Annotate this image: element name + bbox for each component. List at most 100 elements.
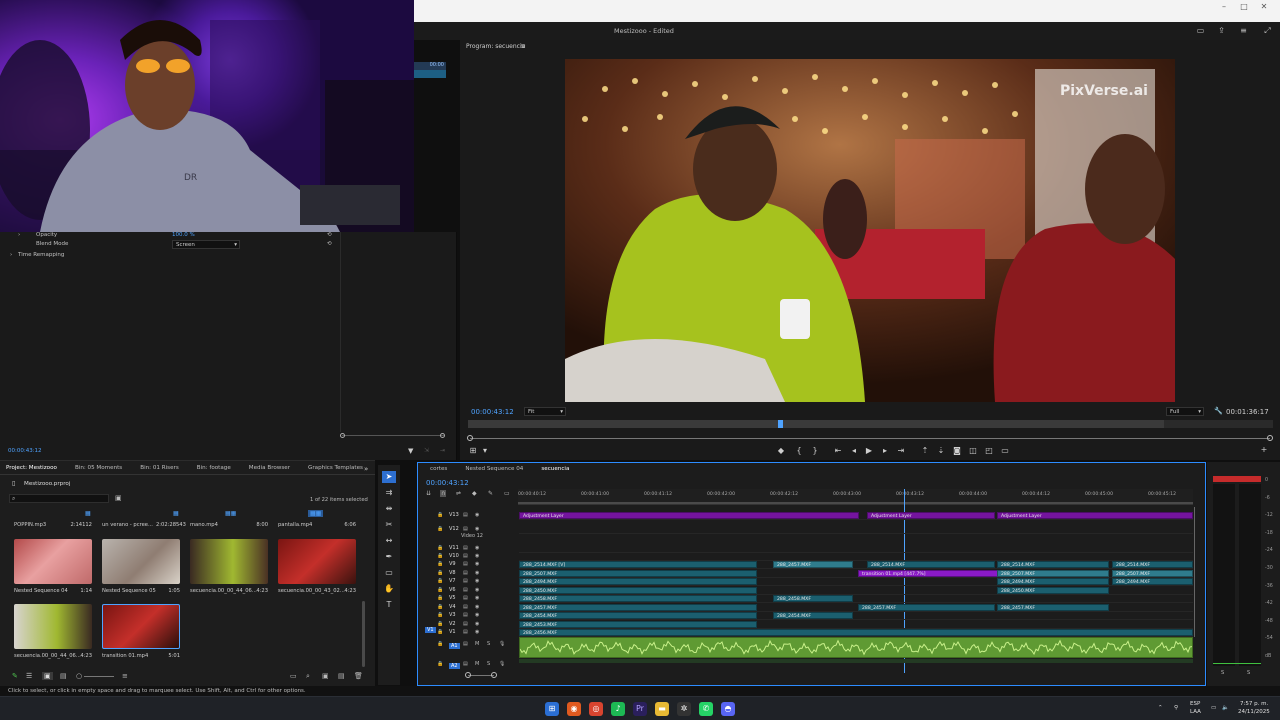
spotify-icon[interactable]: ♪: [611, 702, 625, 716]
close-icon[interactable]: ✕: [1254, 2, 1274, 14]
language[interactable]: ESP: [1190, 701, 1200, 707]
tab-nested-seq[interactable]: Nested Sequence 04: [456, 466, 532, 472]
lock-icon[interactable]: 🔒: [437, 641, 443, 647]
add-button-icon[interactable]: +: [1259, 445, 1269, 454]
ripple-edit-icon[interactable]: ⇹: [382, 503, 396, 515]
extract-icon[interactable]: ⇣: [936, 446, 946, 455]
track-label[interactable]: V6: [449, 587, 456, 593]
channel-label[interactable]: S: [1221, 670, 1224, 676]
eye-icon[interactable]: ◉: [475, 545, 479, 551]
whatsapp-icon[interactable]: ✆: [699, 702, 713, 716]
tab-bin-risers[interactable]: Bin: 01 Risers: [131, 465, 188, 471]
reset-blend-icon[interactable]: ⟲: [327, 241, 332, 247]
lock-icon[interactable]: 🔒: [437, 621, 443, 627]
mute-button[interactable]: M: [475, 641, 479, 647]
browser-icon[interactable]: ◉: [567, 702, 581, 716]
share-icon[interactable]: ⇪: [1217, 26, 1226, 35]
program-viewer[interactable]: PixVerse.ai: [565, 59, 1175, 402]
effect-zoom-bar[interactable]: [342, 435, 444, 436]
timeline-clip[interactable]: 288_2494.MXF: [1112, 578, 1193, 585]
step-back-icon[interactable]: ◂: [849, 446, 859, 455]
tray-overflow-icon[interactable]: ⌃: [1158, 705, 1163, 711]
pencil-icon[interactable]: ✎: [12, 672, 18, 680]
insert-sequence-icon[interactable]: ⇊: [426, 490, 431, 497]
slip-icon[interactable]: ↔: [382, 535, 396, 547]
compare-icon[interactable]: ◫: [968, 446, 978, 455]
go-to-out-icon[interactable]: ⇥: [896, 446, 906, 455]
film-icon[interactable]: ▤: [463, 604, 468, 610]
source-patch[interactable]: V1: [425, 627, 436, 633]
captions-icon[interactable]: ▭: [504, 490, 510, 497]
new-bin-icon[interactable]: ▣: [115, 494, 122, 502]
blend-mode-select[interactable]: Screen ▾: [172, 240, 240, 249]
monitor-icon[interactable]: ▭: [1211, 705, 1216, 711]
audio-track-label[interactable]: A2: [449, 663, 460, 669]
list-item[interactable]: POPPIN.mp3: [14, 522, 46, 528]
mic-icon[interactable]: 🎙: [499, 641, 505, 647]
audio-track-label[interactable]: A1: [449, 643, 460, 649]
expand-opacity-icon[interactable]: ›: [18, 232, 20, 238]
clip-thumbnail[interactable]: [14, 604, 92, 649]
track-label[interactable]: V11: [449, 545, 459, 551]
track-label[interactable]: V13: [449, 512, 459, 518]
list-item[interactable]: transition 01.mp4: [102, 653, 148, 659]
timeline-clip[interactable]: 288_2454.MXF: [519, 612, 757, 619]
zoom-handle-left[interactable]: [467, 435, 473, 441]
film-icon[interactable]: ▤: [463, 595, 468, 601]
work-area-bar[interactable]: [518, 502, 1193, 504]
clip-thumbnail[interactable]: [14, 539, 92, 584]
clip-thumbnail[interactable]: [278, 539, 356, 584]
clip-thumbnail-selected[interactable]: [102, 604, 180, 649]
film-icon[interactable]: ▤: [463, 629, 468, 635]
film-icon[interactable]: ▤: [463, 612, 468, 618]
type-tool-icon[interactable]: T: [382, 599, 396, 611]
panel-icon[interactable]: ▭: [1196, 26, 1205, 35]
razor-icon[interactable]: ✂: [382, 519, 396, 531]
timeline-clip[interactable]: 288_2456.MXF: [519, 629, 1193, 636]
tab-graphics-templates[interactable]: Graphics Templates: [299, 465, 372, 471]
lock-icon[interactable]: 🔒: [437, 604, 443, 610]
clock-time[interactable]: 7:57 p. m.: [1240, 701, 1268, 707]
film-icon[interactable]: ▤: [463, 578, 468, 584]
zoom-handle-right[interactable]: [491, 672, 497, 678]
lock-icon[interactable]: 🔒: [437, 661, 443, 667]
eye-icon[interactable]: ◉: [475, 604, 479, 610]
maximize-icon[interactable]: □: [1234, 2, 1254, 14]
snap-icon[interactable]: ∩: [440, 490, 447, 497]
track-label[interactable]: V9: [449, 561, 456, 567]
timeline-clip[interactable]: 288_2507.MXF: [997, 570, 1109, 577]
track-label[interactable]: V3: [449, 612, 456, 618]
timeline-clip[interactable]: 288_2507.MXF: [519, 570, 757, 577]
list-item[interactable]: pantalla.mp4: [278, 522, 312, 528]
opacity-value[interactable]: 100.0 %: [172, 232, 195, 238]
wrench-icon[interactable]: 🔧: [1214, 407, 1223, 415]
lock-icon[interactable]: 🔒: [437, 570, 443, 576]
track-label[interactable]: V10: [449, 553, 459, 559]
timeline-clip[interactable]: 288_2450.MXF: [997, 587, 1109, 594]
track-label[interactable]: V4: [449, 604, 456, 610]
lock-icon[interactable]: 🔒: [437, 512, 443, 518]
lock-icon[interactable]: 🔒: [437, 578, 443, 584]
audio-icon[interactable]: ▤: [463, 641, 468, 647]
keyboard-layout[interactable]: LAA: [1190, 709, 1201, 715]
zoom-scroll-bar[interactable]: [470, 438, 1270, 439]
sort-icon[interactable]: ≡: [122, 672, 128, 680]
fullscreen-icon[interactable]: ⤢: [1263, 26, 1272, 35]
timeline-clip[interactable]: 288_2514.MXF: [867, 561, 995, 568]
timeline-timecode[interactable]: 00:00:43:12: [426, 479, 469, 487]
track-label[interactable]: V12: [449, 526, 459, 532]
tab-project[interactable]: Project: Mestizooo: [0, 465, 66, 471]
track-label[interactable]: V8: [449, 570, 456, 576]
timeline-clip[interactable]: Adjustment Layer: [519, 512, 859, 519]
freeform-view-icon[interactable]: ▤: [60, 672, 67, 680]
premiere-icon[interactable]: Pr: [633, 702, 647, 716]
vr-icon[interactable]: ◰: [984, 446, 994, 455]
zoom-out-icon[interactable]: ○: [76, 672, 82, 680]
hand-icon[interactable]: ✋: [382, 583, 396, 595]
audio-icon[interactable]: ▤: [463, 661, 468, 667]
timeline-clip[interactable]: 288_2457.MXF: [773, 561, 853, 568]
lock-icon[interactable]: 🔒: [437, 553, 443, 559]
zoom-handle-left[interactable]: [465, 672, 471, 678]
eye-icon[interactable]: ◉: [475, 621, 479, 627]
eye-icon[interactable]: ◉: [475, 595, 479, 601]
